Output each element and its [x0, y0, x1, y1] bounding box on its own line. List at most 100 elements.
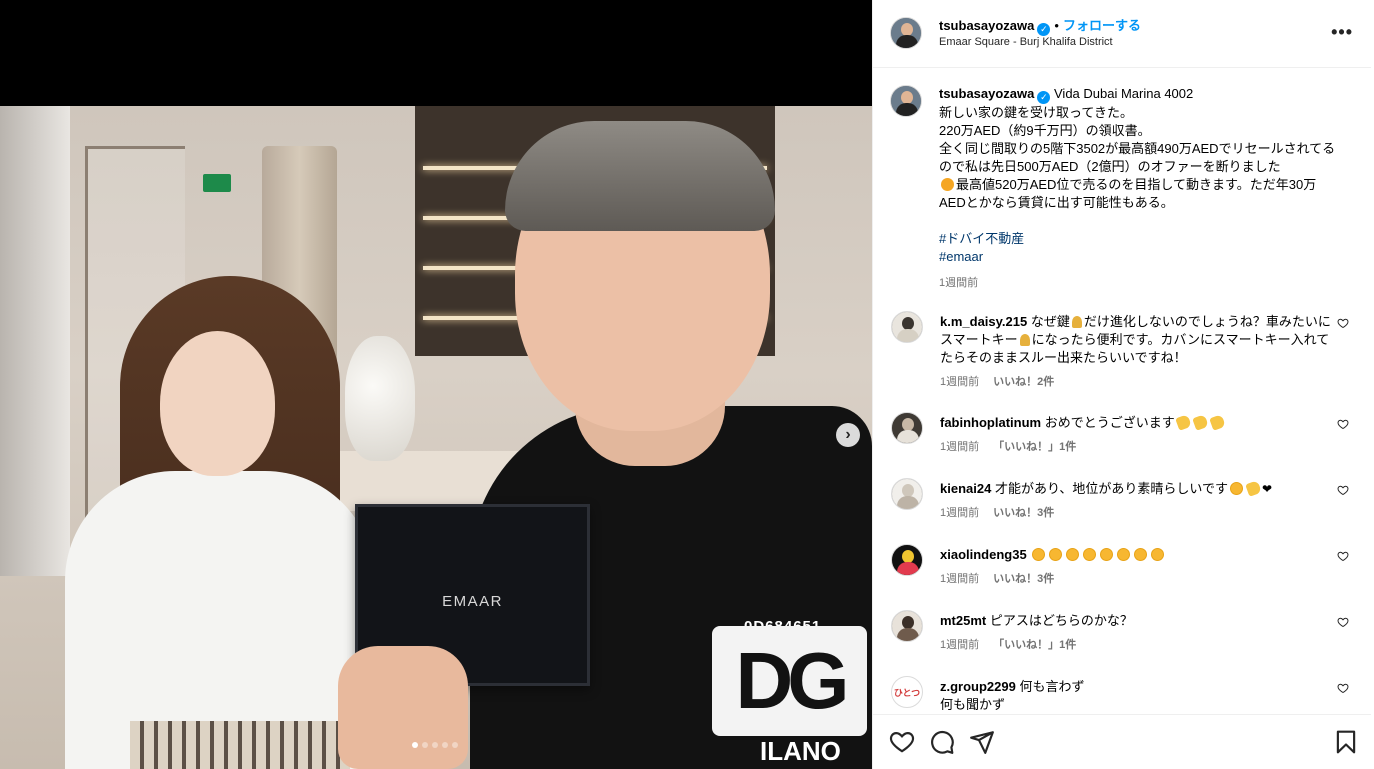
commenter-username[interactable]: xiaolindeng35 — [940, 547, 1027, 562]
laughing-emoji-icon — [941, 178, 954, 191]
carousel-dot — [422, 742, 428, 748]
comment-text: 何も聞かず — [940, 697, 1006, 712]
verified-badge-icon: ✓ — [1037, 91, 1051, 104]
comment-body: xiaolindeng35 1週間前 いいね！3件 — [940, 546, 1335, 588]
key-box-label: EMAAR — [442, 593, 503, 610]
photo-wall — [0, 106, 70, 576]
comment-body: fabinhoplatinum おめでとうございます 1週間前 「いいね！」1件 — [940, 414, 1335, 456]
smile-emoji-icon — [1151, 548, 1165, 561]
comment-meta: 1週間前 いいね！2件 — [940, 373, 1335, 391]
black-heart-icon: ❤ — [1262, 482, 1273, 496]
smile-emoji-icon — [1100, 548, 1114, 561]
commenter-username[interactable]: kienai24 — [940, 481, 991, 496]
comment-text: ピアスはどちらのかな？ — [989, 613, 1133, 628]
comment-time: 1週間前 — [940, 573, 980, 585]
commenter-avatar[interactable] — [891, 412, 923, 444]
heart-eyes-emoji-icon — [1230, 482, 1244, 495]
clap-emoji-icon — [1174, 414, 1192, 431]
comment-body: kienai24 才能があり、地位があり素晴らしいです ❤ 1週間前 いいね！3件 — [940, 480, 1335, 522]
caption-text-continued: 最高値520万AED位で売るのを目指して動きます。ただ年30万AEDとかなら賃貸… — [939, 177, 1317, 210]
heart-icon[interactable] — [889, 729, 915, 755]
hashtag-link[interactable]: #emaar — [939, 248, 1339, 266]
like-comment-heart-icon[interactable] — [1337, 418, 1349, 430]
comment-text: なぜ鍵 — [1030, 314, 1070, 329]
commenter-avatar[interactable] — [891, 544, 923, 576]
comment-body: mt25mt ピアスはどちらのかな？ 1週間前 「いいね！」1件 — [940, 612, 1335, 654]
author-avatar[interactable] — [890, 17, 922, 49]
comment-body: z.group2299 何も言わず 何も聞かず — [940, 678, 1335, 714]
smile-emoji-icon — [1083, 548, 1097, 561]
comment-likes[interactable]: いいね！2件 — [993, 376, 1054, 388]
smile-emoji-icon — [1032, 548, 1046, 561]
commenter-username[interactable]: z.group2299 — [940, 679, 1016, 694]
shirt-logo: DG — [712, 626, 867, 736]
commenter-username[interactable]: mt25mt — [940, 613, 986, 628]
clap-emoji-icon — [1191, 414, 1209, 431]
caption-username[interactable]: tsubasayozawa — [939, 86, 1034, 101]
more-options-icon[interactable]: ••• — [1331, 22, 1353, 43]
clap-emoji-icon — [1208, 414, 1226, 431]
photo-woman-skirt — [130, 721, 350, 769]
verified-badge-icon: ✓ — [1037, 23, 1051, 36]
hashtag-link[interactable]: #ドバイ不動産 — [939, 230, 1339, 248]
commenter-username[interactable]: fabinhoplatinum — [940, 415, 1041, 430]
comment-meta: 1週間前 「いいね！」1件 — [940, 438, 1335, 456]
commenter-avatar[interactable]: ひとつ — [891, 676, 923, 708]
photo-woman-face — [160, 331, 275, 476]
commenter-avatar[interactable] — [891, 610, 923, 642]
bookmark-icon[interactable] — [1333, 729, 1359, 755]
carousel-dot — [412, 742, 418, 748]
comment-time: 1週間前 — [940, 441, 980, 453]
follow-button[interactable]: フォローする — [1063, 18, 1141, 33]
chevron-right-icon[interactable]: › — [836, 423, 860, 447]
key-emoji-icon — [1019, 334, 1030, 346]
share-icon[interactable] — [969, 729, 995, 755]
smile-emoji-icon — [1134, 548, 1148, 561]
post-caption: tsubasayozawa ✓ Vida Dubai Marina 4002 新し… — [939, 85, 1339, 292]
comments-scroll[interactable]: tsubasayozawa ✓ Vida Dubai Marina 4002 新し… — [873, 69, 1371, 714]
photo-hand — [338, 646, 468, 769]
comment-body: k.m_daisy.215 なぜ鍵 だけ進化しないのでしょうね？車みたいにスマート… — [940, 313, 1335, 391]
carousel-dot — [442, 742, 448, 748]
comment-time: 1週間前 — [940, 507, 980, 519]
photo-man-hair — [505, 121, 775, 231]
avatar-logo-text: ひとつ — [893, 688, 921, 698]
comment-meta: 1週間前 「いいね！」1件 — [940, 636, 1335, 654]
comment-meta: 1週間前 いいね！3件 — [940, 570, 1335, 588]
carousel-dot — [432, 742, 438, 748]
caption-avatar[interactable] — [890, 85, 922, 117]
shirt-text: ILANO — [760, 736, 841, 766]
carousel-dots — [412, 742, 458, 748]
commenter-username[interactable]: k.m_daisy.215 — [940, 314, 1027, 329]
post-header: tsubasayozawa ✓ • フォローする Emaar Square - Bur… — [873, 0, 1371, 68]
like-comment-heart-icon[interactable] — [1337, 484, 1349, 496]
header-title-row: tsubasayozawa ✓ • フォローする — [939, 15, 1141, 36]
comment-meta: 1週間前 いいね！3件 — [940, 504, 1335, 522]
comment-text: 才能があり、地位があり素晴らしいです — [994, 481, 1229, 496]
comment-time: 1週間前 — [940, 376, 980, 388]
comment-likes[interactable]: 「いいね！」1件 — [993, 441, 1076, 453]
commenter-avatar[interactable] — [891, 478, 923, 510]
like-comment-heart-icon[interactable] — [1337, 317, 1349, 329]
post-panel: tsubasayozawa ✓ • フォローする Emaar Square - Bur… — [872, 0, 1374, 769]
smile-emoji-icon — [1117, 548, 1131, 561]
comment-time: 1週間前 — [940, 639, 980, 651]
author-username[interactable]: tsubasayozawa — [939, 18, 1034, 33]
like-comment-heart-icon[interactable] — [1337, 682, 1349, 694]
smile-emoji-icon — [1066, 548, 1080, 561]
carousel-dot — [452, 742, 458, 748]
commenter-avatar[interactable] — [891, 311, 923, 343]
post-location[interactable]: Emaar Square - Burj Khalifa District — [939, 36, 1113, 48]
caption-text: 新しい家の鍵を受け取ってきた。 220万AED（約9千万円）の領収書。 全く同じ… — [939, 105, 1336, 174]
separator-dot: • — [1054, 18, 1059, 33]
comment-likes[interactable]: いいね！3件 — [993, 507, 1054, 519]
caption-time: 1週間前 — [939, 277, 979, 289]
post-photo[interactable]: 0D684651 DG ILANO EMAAR — [0, 106, 872, 769]
like-comment-heart-icon[interactable] — [1337, 616, 1349, 628]
photo-exit-sign — [203, 174, 231, 192]
like-comment-heart-icon[interactable] — [1337, 550, 1349, 562]
comment-icon[interactable] — [929, 729, 955, 755]
comment-likes[interactable]: 「いいね！」1件 — [993, 639, 1076, 651]
caption-title: Vida Dubai Marina 4002 — [1054, 86, 1194, 101]
comment-likes[interactable]: いいね！3件 — [993, 573, 1054, 585]
